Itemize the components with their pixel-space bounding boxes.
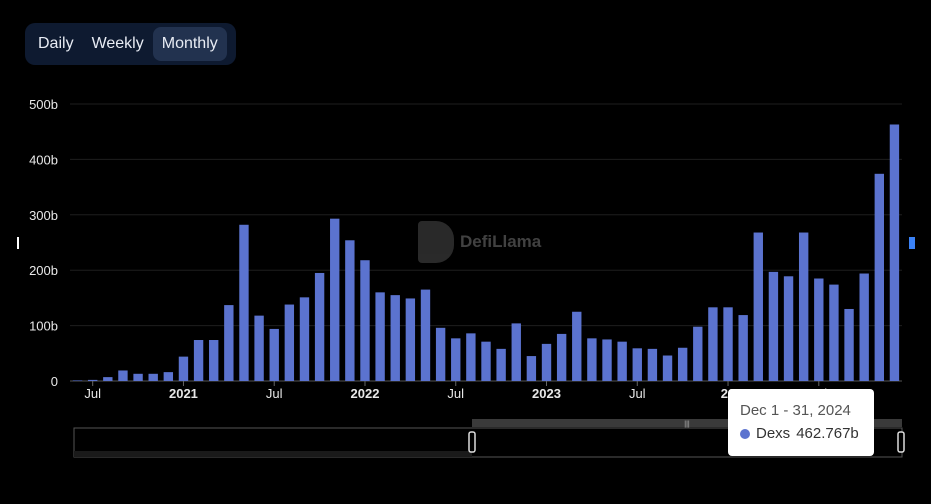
x-tick-label: 2022: [351, 386, 380, 401]
bar[interactable]: [511, 323, 521, 381]
bar[interactable]: [602, 339, 612, 381]
bar[interactable]: [118, 370, 128, 381]
bar[interactable]: [420, 289, 431, 381]
bar[interactable]: [632, 348, 642, 381]
bar[interactable]: [541, 343, 552, 381]
bar[interactable]: [224, 305, 234, 381]
y-tick-label: 500b: [29, 97, 58, 112]
bar[interactable]: [163, 372, 174, 381]
y-tick-label: 0: [51, 374, 58, 389]
bar[interactable]: [178, 356, 189, 381]
bar[interactable]: [330, 218, 340, 381]
bar[interactable]: [829, 284, 839, 381]
bar[interactable]: [859, 273, 869, 381]
bar[interactable]: [103, 377, 113, 381]
x-tick-label: Jul: [629, 386, 646, 401]
bar[interactable]: [466, 333, 476, 381]
bar[interactable]: [677, 347, 688, 381]
bar[interactable]: [587, 338, 597, 381]
bar[interactable]: [783, 276, 794, 381]
bar[interactable]: [889, 124, 900, 382]
zoom-grip-icon: |||: [684, 421, 690, 428]
y-tick-label: 300b: [29, 208, 58, 223]
bar[interactable]: [360, 260, 370, 381]
bar[interactable]: [753, 232, 763, 381]
bar[interactable]: [239, 224, 249, 381]
bar[interactable]: [738, 315, 748, 381]
bar[interactable]: [314, 272, 325, 381]
bar[interactable]: [496, 348, 506, 381]
bar[interactable]: [572, 311, 582, 381]
bar[interactable]: [435, 327, 446, 381]
bar[interactable]: [617, 341, 627, 381]
bar[interactable]: [708, 307, 718, 381]
y-tick-label: 200b: [29, 263, 58, 278]
bar[interactable]: [284, 304, 295, 381]
bar[interactable]: [723, 307, 733, 381]
bar[interactable]: [133, 373, 143, 381]
y-tick-label: 100b: [29, 319, 58, 334]
bar[interactable]: [405, 298, 416, 381]
bar[interactable]: [693, 326, 703, 381]
chart-tooltip: Dec 1 - 31, 2024 Dexs 462.767b: [728, 389, 874, 456]
x-tick-label: 2021: [169, 386, 198, 401]
series-dot-icon: [740, 428, 750, 439]
tooltip-row: Dexs 462.767b: [740, 425, 862, 442]
bar[interactable]: [874, 173, 884, 381]
bar[interactable]: [768, 271, 779, 381]
bar[interactable]: [798, 232, 809, 381]
bar[interactable]: [254, 315, 264, 381]
bar[interactable]: [299, 297, 310, 381]
bar[interactable]: [844, 308, 854, 381]
x-tick-label: 2023: [532, 386, 561, 401]
zoom-handle-left[interactable]: [468, 431, 476, 453]
bar[interactable]: [193, 340, 204, 381]
x-tick-label: Jul: [266, 386, 283, 401]
left-edge-marker: [17, 237, 19, 249]
bar[interactable]: [148, 373, 158, 381]
x-tick-label: Jul: [84, 386, 101, 401]
bar[interactable]: [375, 292, 385, 381]
bar[interactable]: [662, 355, 673, 381]
bar[interactable]: [390, 295, 400, 381]
tooltip-title: Dec 1 - 31, 2024: [740, 402, 851, 419]
tooltip-value: 462.767b: [796, 425, 859, 442]
bar[interactable]: [481, 341, 491, 381]
bar[interactable]: [814, 278, 824, 381]
bar[interactable]: [526, 356, 537, 381]
x-tick-label: Jul: [447, 386, 464, 401]
bar[interactable]: [647, 348, 658, 381]
tooltip-series-name: Dexs: [756, 425, 791, 442]
bar[interactable]: [451, 338, 461, 381]
right-edge-marker: [909, 237, 915, 249]
zoom-slider-background: [74, 451, 472, 457]
bar[interactable]: [556, 333, 567, 381]
bar[interactable]: [209, 340, 219, 381]
bar[interactable]: [72, 380, 83, 381]
y-tick-label: 400b: [29, 152, 58, 167]
bar[interactable]: [345, 240, 355, 381]
zoom-handle-right[interactable]: [897, 431, 905, 453]
bar[interactable]: [269, 328, 279, 381]
bar[interactable]: [88, 379, 98, 381]
